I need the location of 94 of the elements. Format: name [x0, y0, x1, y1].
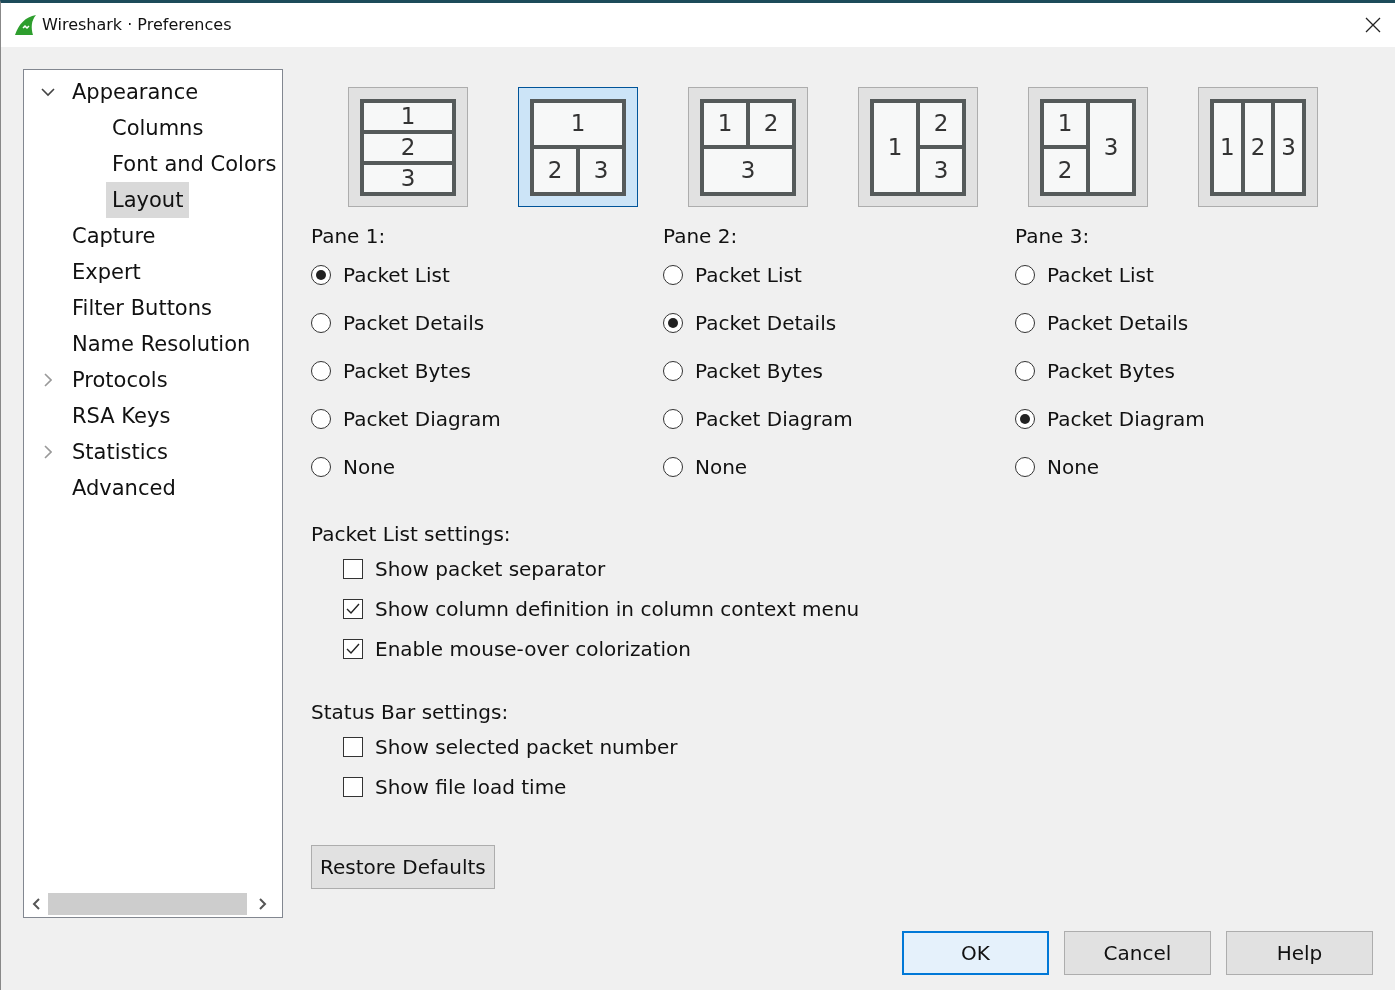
dialog-button[interactable]: Help — [1226, 931, 1373, 975]
section-label: Packet List settings: — [311, 521, 512, 548]
pane-number: 1 — [874, 102, 916, 192]
tree-item[interactable]: Font and Colors — [106, 146, 283, 182]
tree-item[interactable]: Statistics — [66, 434, 174, 470]
radio-label[interactable]: Packet Bytes — [1047, 356, 1175, 386]
checkbox-label[interactable]: Show file load time — [375, 772, 567, 802]
scrollbar-thumb[interactable] — [48, 893, 247, 915]
checkbox-label[interactable]: Enable mouse-over colorization — [375, 634, 691, 664]
radio-button[interactable] — [311, 361, 331, 381]
checkbox[interactable] — [343, 639, 363, 659]
layout-option[interactable]: 1 2 3 — [858, 87, 978, 207]
tree-item[interactable]: Columns — [106, 110, 210, 146]
chevron-right-icon[interactable] — [44, 373, 52, 387]
layout-option[interactable]: 1 2 3 — [1198, 87, 1318, 207]
restore-defaults-button[interactable]: Restore Defaults — [311, 845, 495, 889]
radio-button[interactable] — [663, 265, 683, 285]
tree-item[interactable]: Expert — [66, 254, 147, 290]
pane-number: 2 — [920, 102, 962, 145]
radio-button[interactable] — [1015, 457, 1035, 477]
shark-fin-logo-icon — [13, 14, 37, 36]
section-label: Status Bar settings: — [311, 699, 510, 726]
radio-button[interactable] — [663, 409, 683, 429]
close-icon[interactable] — [1365, 17, 1381, 33]
chevron-right-icon[interactable] — [44, 445, 52, 459]
scroll-right-icon[interactable] — [259, 898, 267, 910]
layout-option[interactable]: 1 2 3 — [518, 87, 638, 207]
radio-button[interactable] — [1015, 313, 1035, 333]
checkbox[interactable] — [343, 599, 363, 619]
layout-option[interactable]: 1 2 3 — [688, 87, 808, 207]
radio-label[interactable]: Packet Bytes — [343, 356, 471, 386]
tree-item[interactable]: RSA Keys — [66, 398, 177, 434]
pane-number: 2 — [534, 149, 576, 192]
checkbox-label[interactable]: Show selected packet number — [375, 732, 678, 762]
dialog-button[interactable]: Cancel — [1064, 931, 1211, 975]
pane-label: Pane 3: — [1015, 223, 1091, 250]
tree-item[interactable]: Capture — [66, 218, 162, 254]
radio-button[interactable] — [311, 457, 331, 477]
radio-label[interactable]: Packet Diagram — [343, 404, 501, 434]
pane-number: 2 — [750, 102, 792, 145]
tree-item[interactable]: Appearance — [66, 74, 205, 110]
checkbox-label[interactable]: Show packet separator — [375, 554, 606, 584]
radio-button[interactable] — [663, 313, 683, 333]
pane-number: 1 — [1044, 102, 1086, 145]
radio-label[interactable]: None — [1047, 452, 1100, 482]
tree-item[interactable]: Layout — [106, 182, 190, 218]
radio-label[interactable]: None — [695, 452, 748, 482]
radio-button[interactable] — [1015, 265, 1035, 285]
radio-label[interactable]: Packet Details — [1047, 308, 1189, 338]
pane-number: 3 — [364, 164, 452, 192]
pane-number: 2 — [364, 133, 452, 161]
radio-button[interactable] — [663, 361, 683, 381]
radio-label[interactable]: None — [343, 452, 396, 482]
tree-item[interactable]: Name Resolution — [66, 326, 257, 362]
checkbox[interactable] — [343, 737, 363, 757]
radio-button[interactable] — [1015, 409, 1035, 429]
chevron-down-icon[interactable] — [41, 87, 55, 97]
radio-label[interactable]: Packet Details — [695, 308, 837, 338]
checkbox[interactable] — [343, 777, 363, 797]
tree-item[interactable]: Protocols — [66, 362, 174, 398]
radio-button[interactable] — [311, 265, 331, 285]
radio-label[interactable]: Packet Bytes — [695, 356, 823, 386]
pane-number: 1 — [1214, 102, 1241, 192]
radio-label[interactable]: Packet List — [695, 260, 802, 290]
pane-number: 1 — [364, 102, 452, 130]
radio-button[interactable] — [1015, 361, 1035, 381]
pane-number: 2 — [1044, 149, 1086, 192]
layout-option[interactable]: 1 2 3 — [1028, 87, 1148, 207]
radio-label[interactable]: Packet Diagram — [695, 404, 853, 434]
pane-number: 2 — [1244, 102, 1272, 192]
dialog-button[interactable]: OK — [902, 931, 1049, 975]
scroll-left-icon[interactable] — [32, 898, 40, 910]
pane-number: 3 — [704, 149, 792, 192]
pane-label: Pane 1: — [311, 223, 387, 250]
checkbox-label[interactable]: Show column definition in column context menu — [375, 594, 860, 624]
pane-number: 3 — [580, 149, 622, 192]
radio-label[interactable]: Packet Diagram — [1047, 404, 1205, 434]
pane-number: 1 — [704, 102, 746, 145]
radio-button[interactable] — [311, 409, 331, 429]
window-title: Wireshark · Preferences — [42, 14, 232, 36]
radio-button[interactable] — [663, 457, 683, 477]
pane-number: 3 — [1090, 102, 1132, 192]
radio-label[interactable]: Packet List — [343, 260, 450, 290]
tree-item[interactable]: Filter Buttons — [66, 290, 218, 326]
checkbox[interactable] — [343, 559, 363, 579]
layout-option[interactable]: 1 2 3 — [348, 87, 468, 207]
radio-label[interactable]: Packet List — [1047, 260, 1154, 290]
pane-number: 3 — [920, 149, 962, 192]
tree-item[interactable]: Advanced — [66, 470, 182, 506]
pane-number: 1 — [534, 102, 622, 145]
pane-label: Pane 2: — [663, 223, 739, 250]
radio-label[interactable]: Packet Details — [343, 308, 485, 338]
radio-button[interactable] — [311, 313, 331, 333]
pane-number: 3 — [1275, 102, 1302, 192]
